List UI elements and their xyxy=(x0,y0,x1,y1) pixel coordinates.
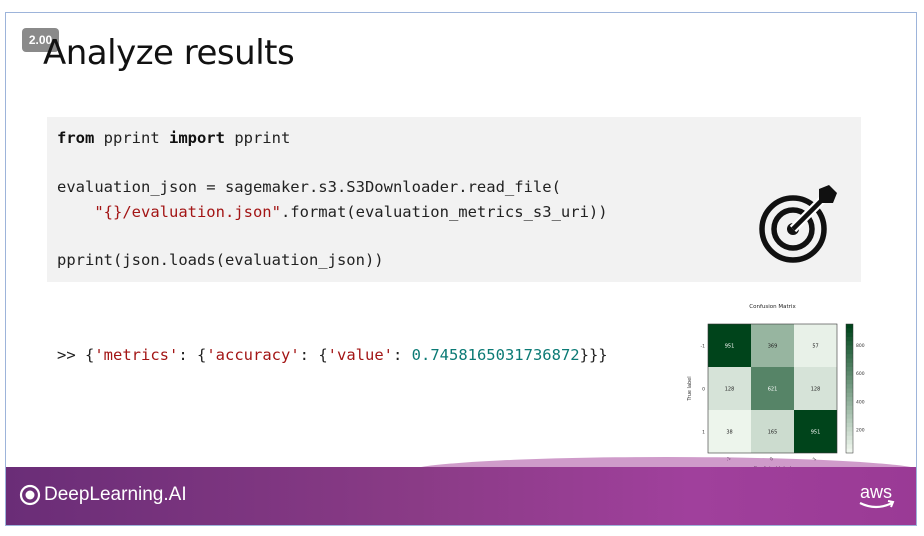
result-text: : { xyxy=(299,346,328,364)
result-output: >> {'metrics': {'accuracy': {'value': 0.… xyxy=(57,346,608,364)
colorbar-segment xyxy=(846,397,853,402)
colorbar-segment xyxy=(846,422,853,428)
y-tick-label: 1 xyxy=(702,430,705,436)
colorbar-segment xyxy=(846,362,853,368)
colorbar-segment xyxy=(846,388,853,394)
colorbar-tick-label: 400 xyxy=(856,399,865,405)
cell-label: 951 xyxy=(725,344,735,350)
result-text: }}} xyxy=(579,346,608,364)
result-text: >> { xyxy=(57,346,95,364)
y-tick-label: -1 xyxy=(701,344,706,350)
colorbar-segment xyxy=(846,324,853,329)
cell-label: 128 xyxy=(725,387,735,393)
cell-label: 165 xyxy=(768,430,778,436)
colorbar-segment xyxy=(846,345,853,351)
result-key: 'value' xyxy=(327,346,393,364)
code-keyword: from xyxy=(57,129,95,147)
colorbar-segment xyxy=(846,379,853,385)
code-line: "{}/evaluation.json".format(evaluation_m… xyxy=(57,203,608,221)
code-line: from pprint import pprint xyxy=(57,129,290,147)
code-keyword: import xyxy=(168,129,225,147)
colorbar-segment xyxy=(846,427,853,432)
result-key: 'accuracy' xyxy=(206,346,300,364)
colorbar-segment xyxy=(846,354,853,359)
brand-name: DeepLearning.AI xyxy=(44,484,187,505)
result-text: : { xyxy=(178,346,207,364)
result-text: : xyxy=(392,346,412,364)
colorbar-segment xyxy=(846,349,853,355)
colorbar-tick-label: 200 xyxy=(856,428,865,434)
code-text: .format(evaluation_metrics_s3_uri)) xyxy=(280,203,608,221)
code-line: pprint(json.loads(evaluation_json)) xyxy=(57,251,384,269)
result-key: 'metrics' xyxy=(94,346,179,364)
colorbar-segment xyxy=(846,328,853,334)
target-arrow-icon xyxy=(759,185,837,263)
accuracy-value: 0.7458165031736872 xyxy=(411,346,580,364)
cell-label: 621 xyxy=(768,387,778,393)
colorbar-segment xyxy=(846,444,853,450)
colorbar-segment xyxy=(846,392,853,398)
page-title: Analyze results xyxy=(43,33,295,73)
colorbar-segment xyxy=(846,440,853,445)
colorbar-segment xyxy=(846,418,853,424)
colorbar-segment xyxy=(846,410,853,415)
code-line: evaluation_json = sagemaker.s3.S3Downloa… xyxy=(57,178,561,196)
colorbar-segment xyxy=(846,367,853,372)
y-axis-label: True label xyxy=(687,376,693,401)
colorbar-segment xyxy=(846,435,853,441)
code-text: pprint xyxy=(94,129,169,147)
cell-label: 128 xyxy=(811,387,821,393)
deeplearning-logo-icon xyxy=(19,484,41,506)
y-tick-label: 0 xyxy=(702,387,705,393)
aws-logo: aws xyxy=(859,482,895,509)
colorbar-segment xyxy=(846,371,853,377)
code-block: from pprint import pprint evaluation_jso… xyxy=(47,117,861,282)
confusion-matrix-chart: Confusion Matrix 951 369 57 128 621 128 38 165 95… xyxy=(687,304,865,471)
cell-label: 57 xyxy=(812,344,818,350)
colorbar-segment xyxy=(846,405,853,411)
colorbar-segment xyxy=(846,358,853,364)
colorbar-segment xyxy=(846,431,853,437)
colorbar-tick-label: 600 xyxy=(856,371,865,377)
colorbar-segment xyxy=(846,332,853,338)
colorbar-segment xyxy=(846,336,853,342)
cell-label: 369 xyxy=(768,344,778,350)
chart-title: Confusion Matrix xyxy=(749,304,796,310)
colorbar-segment xyxy=(846,401,853,407)
aws-text: aws xyxy=(860,482,892,502)
colorbar-tick-label: 800 xyxy=(856,343,865,349)
colorbar-segment xyxy=(846,375,853,381)
colorbar-segment xyxy=(846,341,853,346)
cell-label: 38 xyxy=(726,430,732,436)
colorbar-segment xyxy=(846,384,853,389)
deeplearning-ai-logo: DeepLearning.AI xyxy=(19,484,187,506)
code-string: "{}/evaluation.json" xyxy=(94,203,281,221)
colorbar-segment xyxy=(846,414,853,420)
code-text: pprint xyxy=(224,129,291,147)
slide: 2.00 Analyze results from pprint import … xyxy=(5,12,917,526)
cell-label: 951 xyxy=(811,430,821,436)
